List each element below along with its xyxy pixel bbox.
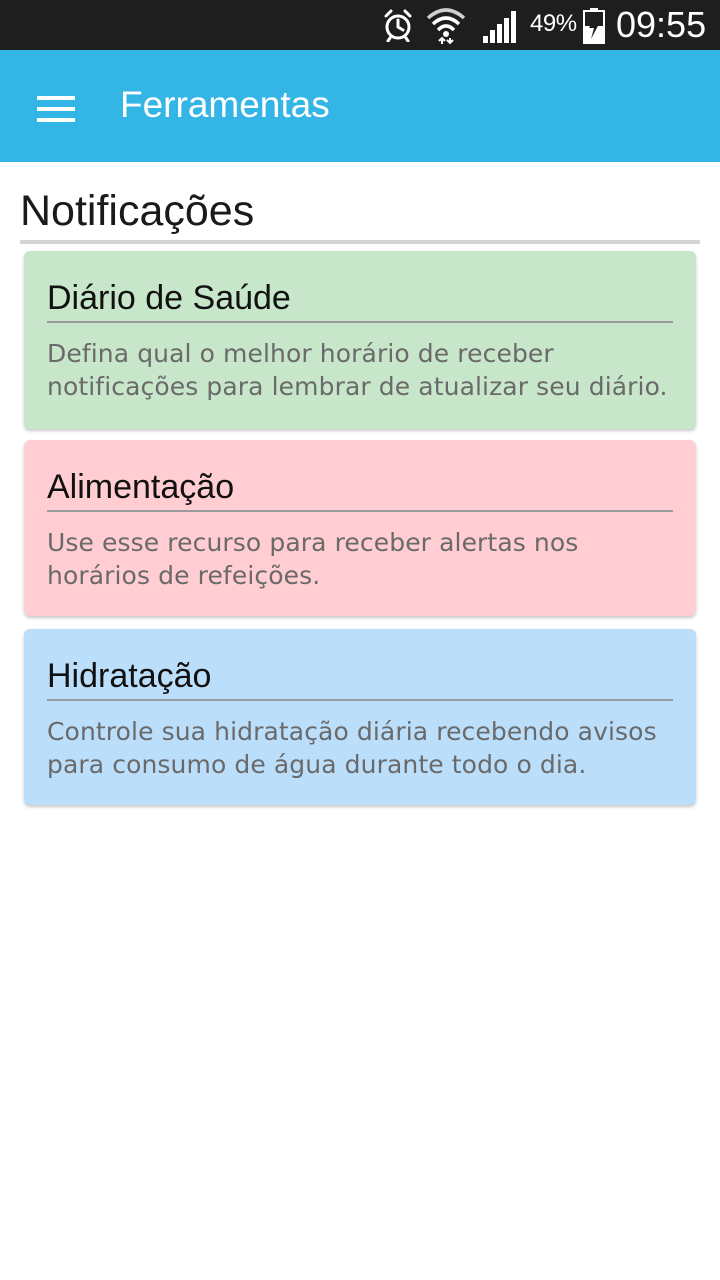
card-divider: [47, 699, 673, 701]
card-title: Diário de Saúde: [47, 279, 291, 317]
card-hidratacao[interactable]: Hidratação Controle sua hidratação diári…: [24, 629, 696, 805]
card-description: Use esse recurso para receber alertas no…: [47, 528, 579, 590]
section-title: Notificações: [20, 187, 255, 235]
battery-percent: 49%: [530, 10, 577, 37]
card-diario-de-saude[interactable]: Diário de Saúde Defina qual o melhor hor…: [24, 251, 696, 429]
card-divider: [47, 510, 673, 512]
app-bar: Ferramentas: [0, 50, 720, 162]
wifi-icon: [426, 6, 466, 48]
alarm-icon: [382, 8, 414, 46]
status-bar: 49% 09:55: [0, 0, 720, 50]
status-clock: 09:55: [616, 4, 707, 45]
app-title: Ferramentas: [120, 84, 330, 125]
menu-button[interactable]: [20, 76, 92, 136]
card-title: Alimentação: [47, 468, 235, 506]
battery-charging-icon: [583, 8, 605, 48]
card-alimentacao[interactable]: Alimentação Use esse recurso para recebe…: [24, 440, 696, 616]
card-title: Hidratação: [47, 657, 212, 695]
signal-icon: [482, 10, 518, 48]
section-divider: [20, 240, 700, 244]
card-description: Defina qual o melhor horário de receber …: [47, 339, 668, 401]
card-description: Controle sua hidratação diária recebendo…: [47, 717, 657, 779]
card-divider: [47, 321, 673, 323]
